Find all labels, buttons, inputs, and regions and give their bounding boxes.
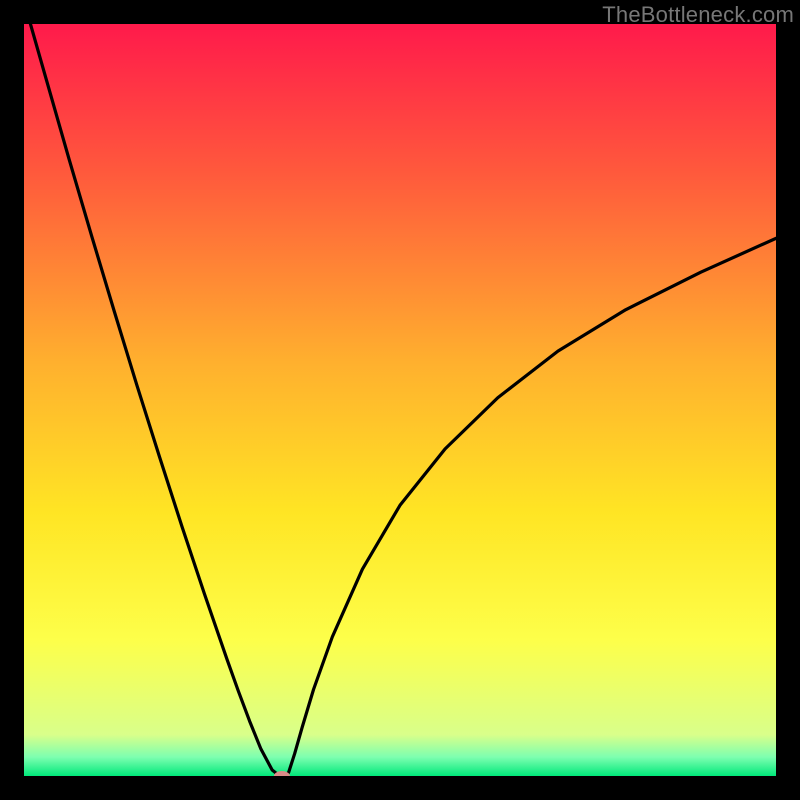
chart-svg (24, 24, 776, 776)
chart-background (24, 24, 776, 776)
chart-frame (24, 24, 776, 776)
watermark-text: TheBottleneck.com (602, 2, 794, 28)
